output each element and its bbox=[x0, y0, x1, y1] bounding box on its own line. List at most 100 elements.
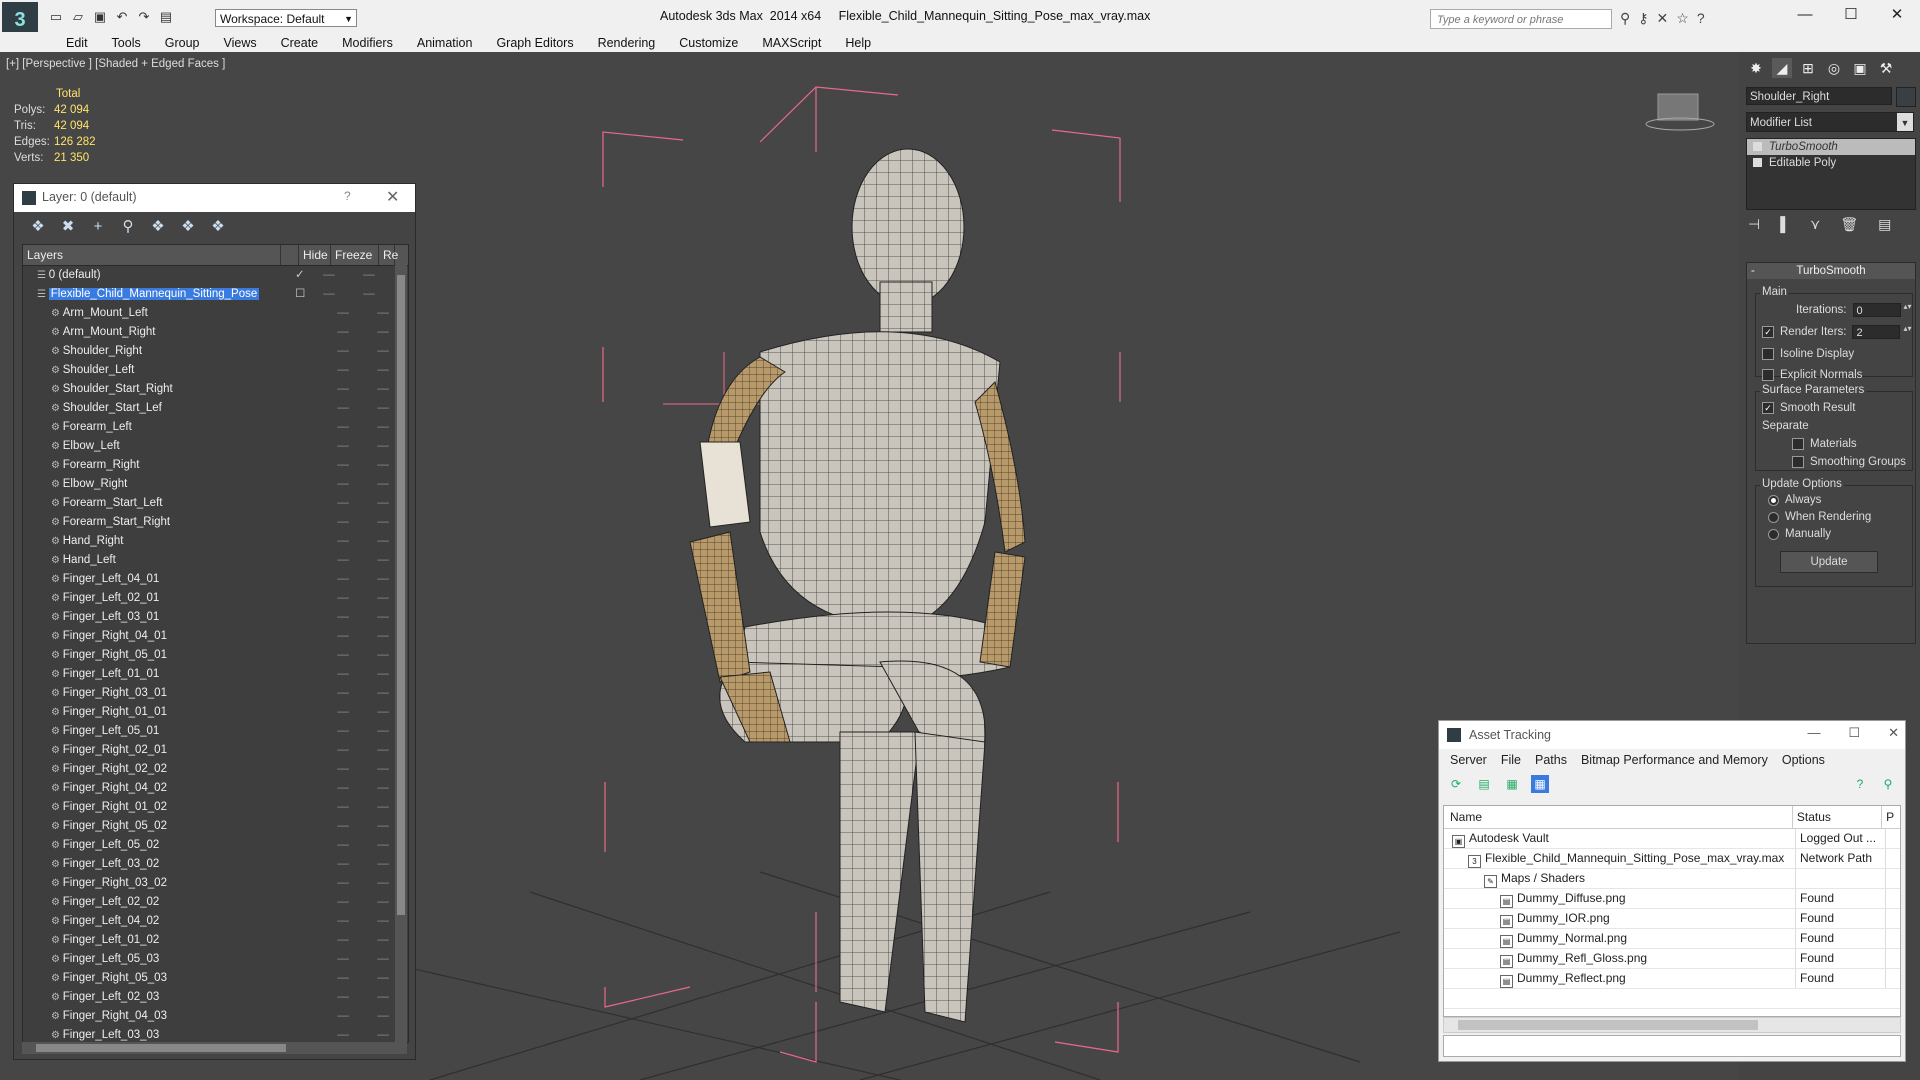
layer-row[interactable]: ⚙ Shoulder_Start_Lef — — bbox=[23, 399, 408, 418]
display-tab-icon[interactable]: ▣ bbox=[1850, 58, 1870, 78]
layer-row[interactable]: ⚙ Finger_Right_04_01— — bbox=[23, 627, 408, 646]
layer-row[interactable]: ⚙ Finger_Right_04_03— — bbox=[23, 1007, 408, 1026]
current-cell[interactable] bbox=[309, 646, 327, 665]
scrollbar-thumb[interactable] bbox=[1458, 1020, 1758, 1030]
hide-toggle[interactable]: — bbox=[327, 760, 359, 779]
hide-toggle[interactable]: — bbox=[327, 950, 359, 969]
asset-row[interactable]: ✎ Maps / Shaders bbox=[1444, 869, 1900, 889]
layer-row[interactable]: ⚙ Finger_Left_02_01— — bbox=[23, 589, 408, 608]
hide-toggle[interactable]: — bbox=[327, 646, 359, 665]
minimize-icon[interactable]: — bbox=[1807, 725, 1820, 741]
layer-row[interactable]: ⚙ Finger_Right_05_03— — bbox=[23, 969, 408, 988]
menu-graph-editors[interactable]: Graph Editors bbox=[484, 34, 585, 52]
layer-row[interactable]: ⚙ Finger_Right_02_01— — bbox=[23, 741, 408, 760]
asset-row[interactable]: ▤ Dummy_Normal.png Found bbox=[1444, 929, 1900, 949]
current-cell[interactable] bbox=[309, 494, 327, 513]
layer-row[interactable]: ⚙ Finger_Right_04_02— — bbox=[23, 779, 408, 798]
current-cell[interactable] bbox=[309, 570, 327, 589]
menu-file[interactable]: File bbox=[1494, 749, 1528, 771]
current-cell[interactable] bbox=[309, 608, 327, 627]
modifier-list-dropdown[interactable]: Modifier List ▼ bbox=[1746, 112, 1914, 132]
current-cell[interactable] bbox=[309, 1007, 327, 1026]
hide-toggle[interactable]: — bbox=[327, 608, 359, 627]
bulb-icon[interactable] bbox=[1753, 142, 1762, 151]
hide-toggle[interactable]: — bbox=[327, 836, 359, 855]
smooth-result-checkbox[interactable]: ✓ bbox=[1762, 402, 1774, 414]
hide-toggle[interactable]: — bbox=[327, 494, 359, 513]
hide-toggle[interactable]: — bbox=[327, 703, 359, 722]
layer-row[interactable]: ⚙ Shoulder_Left — — bbox=[23, 361, 408, 380]
layer-row[interactable]: ⚙ Finger_Right_03_01— — bbox=[23, 684, 408, 703]
save-icon[interactable]: ▣ bbox=[92, 9, 108, 25]
layer-row[interactable]: ☰ 0 (default) ✓ — — bbox=[23, 266, 408, 285]
layer-row[interactable]: ⚙ Finger_Left_05_02— — bbox=[23, 836, 408, 855]
layer-row[interactable]: ⚙ Finger_Left_03_01— — bbox=[23, 608, 408, 627]
menu-rendering[interactable]: Rendering bbox=[586, 34, 668, 52]
open-file-icon[interactable]: ▱ bbox=[70, 9, 86, 25]
refresh-icon[interactable]: ⟳ bbox=[1447, 775, 1465, 793]
layer-row[interactable]: ⚙ Hand_Left — — bbox=[23, 551, 408, 570]
current-cell[interactable] bbox=[309, 798, 327, 817]
hide-toggle[interactable]: — bbox=[327, 589, 359, 608]
hide-toggle[interactable]: — bbox=[327, 722, 359, 741]
current-cell[interactable] bbox=[309, 323, 327, 342]
column-path[interactable]: P bbox=[1882, 806, 1900, 828]
layer-dialog-titlebar[interactable]: Layer: 0 (default) ? ✕ bbox=[14, 184, 415, 212]
menu-bitmap-performance[interactable]: Bitmap Performance and Memory bbox=[1574, 749, 1775, 771]
current-cell[interactable] bbox=[309, 437, 327, 456]
current-cell[interactable] bbox=[309, 836, 327, 855]
pin-icon[interactable]: ⚲ bbox=[1879, 775, 1897, 793]
current-cell[interactable] bbox=[309, 817, 327, 836]
current-cell[interactable] bbox=[309, 988, 327, 1007]
create-tab-icon[interactable]: ✸ bbox=[1746, 58, 1766, 78]
hide-toggle[interactable]: — bbox=[327, 399, 359, 418]
hide-toggle[interactable]: — bbox=[327, 551, 359, 570]
current-cell[interactable] bbox=[309, 855, 327, 874]
list-view-icon[interactable]: ▤ bbox=[1475, 775, 1493, 793]
redo-icon[interactable]: ↷ bbox=[136, 9, 152, 25]
current-cell[interactable] bbox=[309, 380, 327, 399]
smoothing-groups-checkbox[interactable] bbox=[1792, 456, 1804, 468]
menu-server[interactable]: Server bbox=[1443, 749, 1494, 771]
hide-toggle[interactable]: — bbox=[327, 532, 359, 551]
hide-toggle[interactable]: — bbox=[327, 437, 359, 456]
menu-help[interactable]: Help bbox=[833, 34, 883, 52]
explicit-normals-checkbox[interactable] bbox=[1762, 369, 1774, 381]
stack-item-turbosmooth[interactable]: TurboSmooth bbox=[1747, 139, 1915, 155]
add-to-layer-icon[interactable]: + bbox=[88, 217, 108, 237]
always-radio[interactable] bbox=[1768, 494, 1779, 506]
layer-row[interactable]: ⚙ Hand_Right — — bbox=[23, 532, 408, 551]
menu-create[interactable]: Create bbox=[269, 34, 331, 52]
menu-tools[interactable]: Tools bbox=[100, 34, 153, 52]
help-icon[interactable]: ? bbox=[1697, 10, 1705, 27]
render-iters-checkbox[interactable]: ✓ bbox=[1762, 326, 1774, 338]
hide-toggle[interactable]: — bbox=[327, 1007, 359, 1026]
scrollbar-thumb[interactable] bbox=[397, 275, 405, 915]
layer-row[interactable]: ⚙ Finger_Left_04_01— — bbox=[23, 570, 408, 589]
current-cell[interactable] bbox=[309, 684, 327, 703]
layer-row[interactable]: ⚙ Arm_Mount_Left — — bbox=[23, 304, 408, 323]
current-cell[interactable] bbox=[309, 722, 327, 741]
current-cell[interactable] bbox=[309, 418, 327, 437]
manually-radio[interactable] bbox=[1768, 528, 1779, 540]
current-cell[interactable] bbox=[309, 931, 327, 950]
layer-row[interactable]: ⚙ Shoulder_Right — — bbox=[23, 342, 408, 361]
select-objects-icon[interactable]: ⚲ bbox=[118, 217, 138, 237]
render-iters-spinner[interactable]: 2 bbox=[1852, 325, 1911, 339]
current-cell[interactable] bbox=[309, 399, 327, 418]
hide-toggle[interactable]: — bbox=[327, 855, 359, 874]
layer-row[interactable]: ⚙ Finger_Left_01_01— — bbox=[23, 665, 408, 684]
hide-toggle[interactable]: — bbox=[327, 456, 359, 475]
modify-tab-icon[interactable]: ◢ bbox=[1772, 58, 1792, 78]
new-file-icon[interactable]: ▭ bbox=[48, 9, 64, 25]
current-cell[interactable] bbox=[309, 532, 327, 551]
current-layer-check-icon[interactable]: ✓ bbox=[295, 266, 313, 285]
viewport-label[interactable]: [+] [Perspective ] [Shaded + Edged Faces… bbox=[6, 58, 225, 70]
highlight-layer-icon[interactable]: ❖ bbox=[148, 217, 168, 237]
hide-toggle[interactable]: — bbox=[327, 741, 359, 760]
make-current-icon[interactable]: ☐ bbox=[295, 285, 313, 304]
layer-row[interactable]: ⚙ Finger_Left_03_02— — bbox=[23, 855, 408, 874]
table-view-icon[interactable]: ▦ bbox=[1531, 775, 1549, 793]
hide-toggle[interactable]: — bbox=[327, 570, 359, 589]
layer-row[interactable]: ⚙ Finger_Left_02_03— — bbox=[23, 988, 408, 1007]
